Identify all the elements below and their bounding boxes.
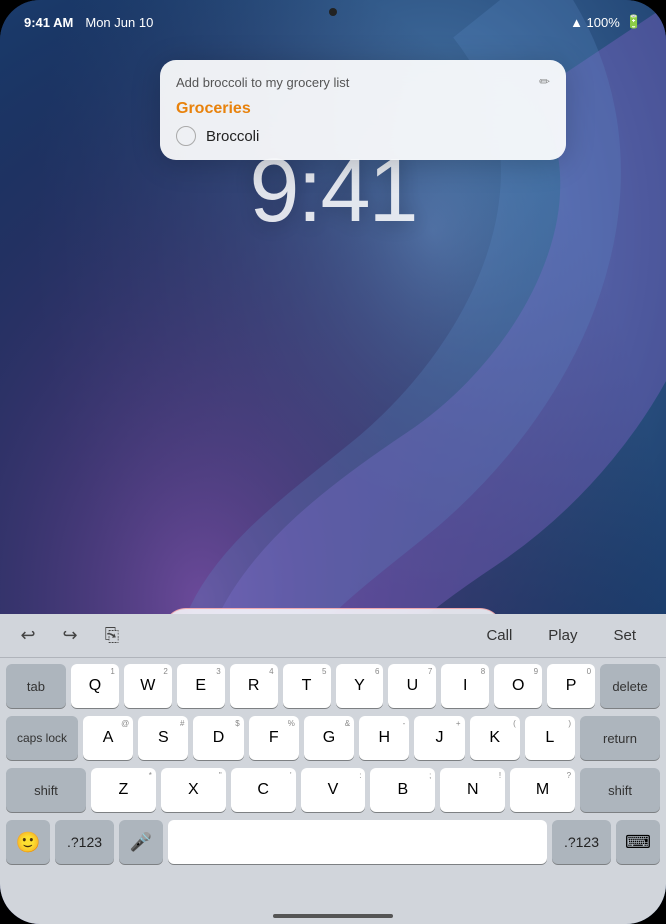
status-time: 9:41 AM (24, 15, 73, 30)
edit-icon[interactable]: ✏ (539, 74, 550, 90)
keyboard-icon-key[interactable]: ⌨ (616, 820, 660, 864)
wifi-icon: ▲ 100% (570, 15, 620, 30)
delete-key[interactable]: delete (600, 664, 660, 708)
key-l[interactable]: L) (525, 716, 575, 760)
key-p[interactable]: P0 (547, 664, 595, 708)
key-n[interactable]: N! (440, 768, 505, 812)
key-m[interactable]: M? (510, 768, 575, 812)
ipad-frame: 9:41 AM Mon Jun 10 ▲ 100% 🔋 9:41 Add bro… (0, 0, 666, 924)
toolbar-buttons: Call Play Set (468, 623, 654, 648)
key-v[interactable]: V: (301, 768, 366, 812)
notif-list-title: Groceries (176, 100, 550, 118)
toolbar-icons: ↩ ↪ ⎘ (12, 625, 128, 646)
space-key[interactable] (168, 820, 547, 864)
notification-card[interactable]: Add broccoli to my grocery list ✏ Grocer… (160, 60, 566, 160)
key-z[interactable]: Z* (91, 768, 156, 812)
key-k[interactable]: K( (470, 716, 520, 760)
key-a[interactable]: A@ (83, 716, 133, 760)
key-h[interactable]: H- (359, 716, 409, 760)
notif-header: Add broccoli to my grocery list ✏ (176, 74, 550, 90)
key-f[interactable]: F% (249, 716, 299, 760)
key-x[interactable]: X" (161, 768, 226, 812)
key-r[interactable]: R4 (230, 664, 278, 708)
call-button[interactable]: Call (468, 623, 530, 648)
status-right: ▲ 100% 🔋 (570, 14, 642, 30)
key-d[interactable]: D$ (193, 716, 243, 760)
keyboard-toolbar: ↩ ↪ ⎘ Call Play Set (0, 614, 666, 658)
key-row-3: shift Z* X" C' V: B; N! M? shift (6, 768, 660, 812)
key-row-1: tab Q1 W2 E3 R4 T5 Y6 U7 I8 O9 P0 delete (6, 664, 660, 708)
keyboard-keys: tab Q1 W2 E3 R4 T5 Y6 U7 I8 O9 P0 delete… (0, 658, 666, 812)
caps-lock-key[interactable]: caps lock (6, 716, 78, 760)
play-button[interactable]: Play (530, 623, 595, 648)
key-w[interactable]: W2 (124, 664, 172, 708)
notif-title: Add broccoli to my grocery list (176, 75, 349, 90)
key-e[interactable]: E3 (177, 664, 225, 708)
num-key-left[interactable]: .?123 (55, 820, 114, 864)
key-o[interactable]: O9 (494, 664, 542, 708)
num-key-right[interactable]: .?123 (552, 820, 611, 864)
key-i[interactable]: I8 (441, 664, 489, 708)
status-date: Mon Jun 10 (85, 15, 153, 30)
key-j[interactable]: J+ (414, 716, 464, 760)
keyboard-bottom-row: 🙂 .?123 🎤 .?123 ⌨ (0, 820, 666, 872)
battery-icon: 🔋 (626, 14, 642, 30)
key-q[interactable]: Q1 (71, 664, 119, 708)
item-checkbox[interactable] (176, 126, 196, 146)
mic-key[interactable]: 🎤 (119, 820, 163, 864)
key-row-2: caps lock A@ S# D$ F% G& H- J+ K( L) ret… (6, 716, 660, 760)
key-b[interactable]: B; (370, 768, 435, 812)
key-g[interactable]: G& (304, 716, 354, 760)
key-s[interactable]: S# (138, 716, 188, 760)
notif-item-text: Broccoli (206, 128, 259, 145)
key-t[interactable]: T5 (283, 664, 331, 708)
undo-icon[interactable]: ↩ (12, 625, 44, 646)
key-y[interactable]: Y6 (336, 664, 384, 708)
key-c[interactable]: C' (231, 768, 296, 812)
status-bar: 9:41 AM Mon Jun 10 ▲ 100% 🔋 (0, 0, 666, 36)
keyboard-area: ↩ ↪ ⎘ Call Play Set tab Q1 W2 E3 R4 T5 Y… (0, 614, 666, 924)
shift-right-key[interactable]: shift (580, 768, 660, 812)
set-button[interactable]: Set (595, 623, 654, 648)
home-indicator (273, 914, 393, 918)
copy-icon[interactable]: ⎘ (96, 625, 128, 646)
tab-key[interactable]: tab (6, 664, 66, 708)
key-u[interactable]: U7 (388, 664, 436, 708)
emoji-key[interactable]: 🙂 (6, 820, 50, 864)
redo-icon[interactable]: ↪ (54, 625, 86, 646)
return-key[interactable]: return (580, 716, 660, 760)
shift-left-key[interactable]: shift (6, 768, 86, 812)
camera-notch (329, 8, 337, 16)
notif-item: Broccoli (176, 126, 550, 146)
